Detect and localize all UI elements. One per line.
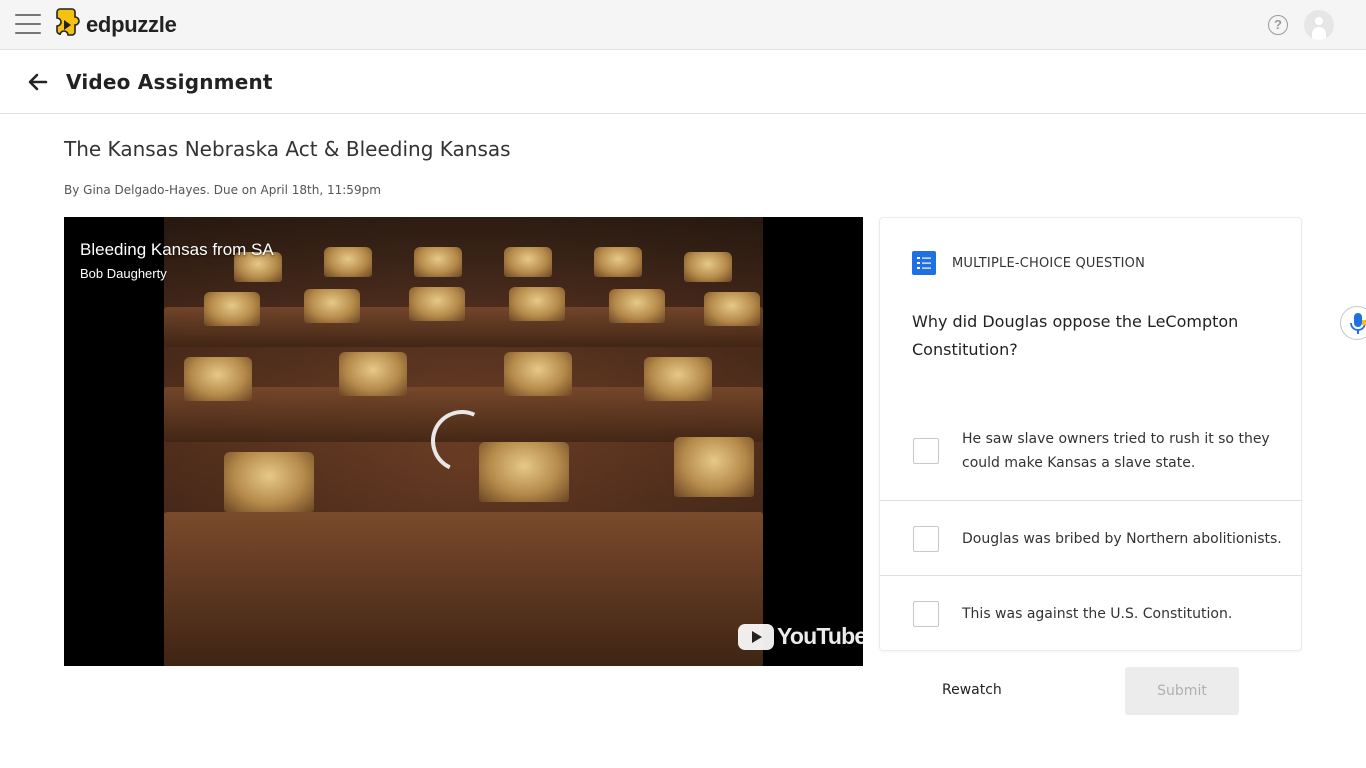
question-type-label: MULTIPLE-CHOICE QUESTION (952, 256, 1146, 271)
rewatch-button[interactable]: Rewatch (942, 682, 1002, 698)
youtube-logo[interactable]: YouTube (738, 623, 863, 650)
youtube-play-icon (738, 623, 774, 650)
answer-checkbox[interactable] (913, 526, 939, 552)
brand-name: edpuzzle (86, 12, 177, 37)
arrow-left-icon[interactable] (26, 70, 50, 94)
answer-checkbox[interactable] (913, 438, 939, 464)
microphone-icon[interactable] (1340, 306, 1366, 340)
help-icon[interactable]: ? (1268, 15, 1288, 35)
answer-checkbox[interactable] (913, 601, 939, 627)
avatar-icon[interactable] (1304, 10, 1334, 40)
top-navigation-bar: edpuzzle ? (0, 0, 1366, 50)
checklist-icon (912, 251, 936, 275)
answer-text: This was against the U.S. Constitution. (962, 606, 1233, 622)
answer-option[interactable]: This was against the U.S. Constitution. (880, 576, 1301, 650)
assignment-title: The Kansas Nebraska Act & Bleeding Kansa… (64, 137, 511, 161)
video-player[interactable]: Bleeding Kansas from SA Bob Daugherty Yo… (64, 217, 863, 666)
video-title[interactable]: Bleeding Kansas from SA (80, 240, 274, 260)
edpuzzle-logo[interactable]: edpuzzle (54, 8, 177, 42)
hamburger-menu-icon[interactable] (15, 14, 41, 36)
edpuzzle-logo-icon (56, 8, 80, 36)
answer-text: Douglas was bribed by Northern abolition… (962, 531, 1282, 547)
answer-text: He saw slave owners tried to rush it so … (962, 431, 1270, 471)
page-header: Video Assignment (0, 50, 1366, 114)
submit-button[interactable]: Submit (1125, 667, 1239, 715)
question-card: MULTIPLE-CHOICE QUESTION Why did Douglas… (879, 217, 1302, 651)
answer-option[interactable]: Douglas was bribed by Northern abolition… (880, 501, 1301, 576)
question-text: Why did Douglas oppose the LeCompton Con… (912, 312, 1239, 359)
youtube-wordmark: YouTube (777, 623, 863, 649)
answer-option[interactable]: He saw slave owners tried to rush it so … (880, 416, 1301, 501)
page-title: Video Assignment (66, 70, 273, 94)
video-channel[interactable]: Bob Daugherty (80, 266, 167, 281)
assignment-meta: By Gina Delgado-Hayes. Due on April 18th… (64, 183, 381, 197)
